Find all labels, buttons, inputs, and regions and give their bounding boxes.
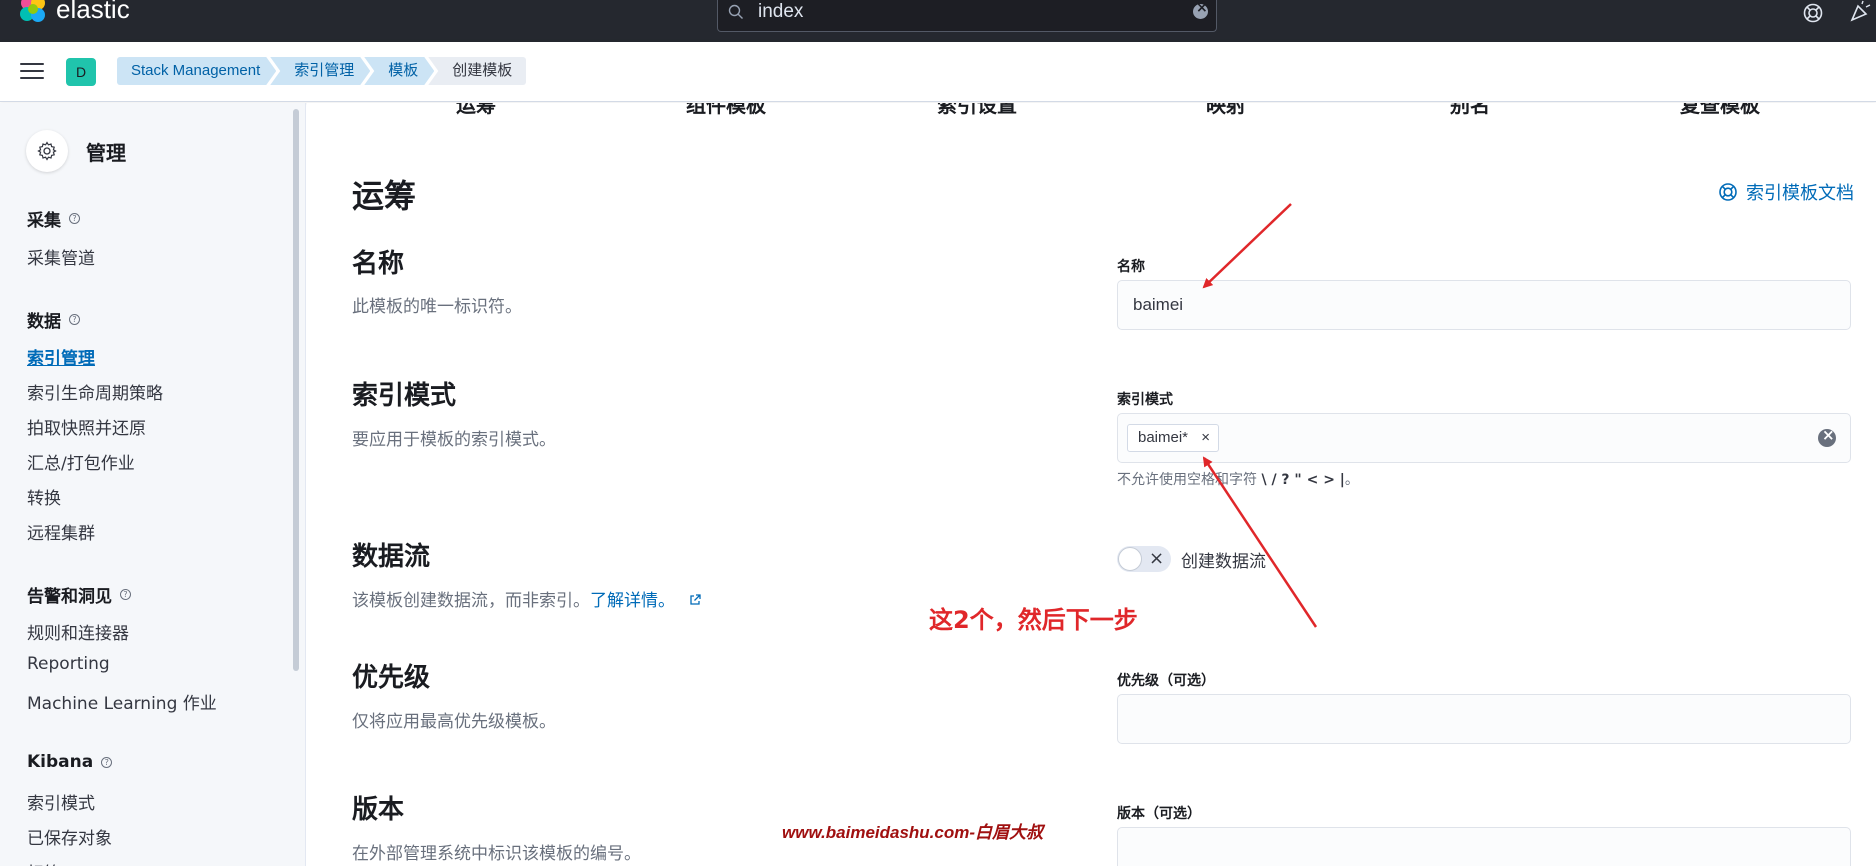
- breadcrumb-templates[interactable]: 模板: [364, 57, 434, 85]
- breadcrumb-create-template: 创建模板: [428, 57, 527, 85]
- name-section-title: 名称: [352, 249, 405, 279]
- breadcrumb-index-management[interactable]: 索引管理: [270, 57, 370, 85]
- group-title-data: 数据?: [27, 307, 80, 332]
- newsfeed-icon[interactable]: [1848, 0, 1872, 24]
- annotation-note: 这2个，然后下一步: [929, 606, 1138, 634]
- top-navigation-bar: elastic index: [0, 0, 1876, 42]
- step-index-settings[interactable]: 索引设置: [937, 103, 1017, 118]
- doc-link-text: 索引模板文档: [1746, 183, 1854, 204]
- external-link-icon: [690, 594, 702, 605]
- priority-section-title: 优先级: [352, 663, 431, 693]
- sidebar-scrollbar[interactable]: [293, 109, 299, 671]
- question-icon: ?: [69, 314, 80, 325]
- sidebar-item-reporting[interactable]: Reporting: [27, 654, 110, 674]
- search-icon: [728, 4, 743, 19]
- sidebar-item-tags[interactable]: 标签: [27, 859, 61, 866]
- toggle-label: 创建数据流: [1181, 551, 1266, 572]
- clear-search-icon[interactable]: [1193, 0, 1208, 19]
- step-navigation: 运筹 组件模板 索引设置 映射 别名 复查模板: [307, 103, 1876, 121]
- pattern-section-title: 索引模式: [352, 381, 457, 411]
- question-icon: ?: [69, 213, 80, 224]
- version-field-label: 版本（可选）: [1117, 806, 1201, 822]
- menu-toggle-button[interactable]: [20, 63, 44, 81]
- watermark: www.baimeidashu.com-白眉大叔: [782, 823, 1044, 842]
- logo-text: elastic: [56, 0, 130, 24]
- priority-field[interactable]: [1117, 694, 1851, 744]
- priority-section-desc: 仅将应用最高优先级模板。: [352, 712, 556, 732]
- index-pattern-pill: baimei* ×: [1127, 424, 1220, 452]
- help-icon: [1719, 183, 1737, 201]
- question-icon: ?: [101, 756, 113, 768]
- datastream-section-title: 数据流: [352, 542, 431, 572]
- priority-field-label: 优先级（可选）: [1117, 673, 1215, 689]
- remove-pill-icon[interactable]: ×: [1201, 425, 1210, 451]
- create-datastream-switch[interactable]: × 创建数据流: [1117, 546, 1266, 572]
- pattern-help-text: 不允许使用空格和字符 \ / ? " < > |。: [1117, 472, 1359, 488]
- sidebar-item-ingest-pipelines[interactable]: 采集管道: [27, 244, 95, 269]
- cross-icon: ×: [1149, 548, 1165, 569]
- sidebar-item-ml-jobs[interactable]: Machine Learning 作业: [27, 689, 217, 714]
- global-search-input[interactable]: index: [717, 0, 1217, 32]
- index-template-docs-link[interactable]: 索引模板文档: [1718, 179, 1854, 205]
- group-title-kibana: Kibana?: [27, 752, 113, 772]
- sidebar-item-rules-connectors[interactable]: 规则和连接器: [27, 619, 129, 644]
- version-field[interactable]: [1117, 827, 1851, 866]
- help-icon[interactable]: [1802, 2, 1824, 24]
- pill-text: baimei*: [1138, 429, 1189, 446]
- elastic-logo-icon: [20, 0, 45, 22]
- step-component-templates[interactable]: 组件模板: [686, 103, 766, 118]
- sidebar-item-saved-objects[interactable]: 已保存对象: [27, 824, 112, 849]
- pattern-field-label: 索引模式: [1117, 392, 1173, 408]
- sidebar-item-transforms[interactable]: 转换: [27, 484, 61, 509]
- question-icon: ?: [120, 589, 131, 600]
- main-content: 运筹 组件模板 索引设置 映射 别名 复查模板 运筹 索引模板文档 名称 此模板…: [307, 103, 1876, 866]
- group-title-alerts-insights: 告警和洞见?: [27, 582, 131, 607]
- version-section-desc: 在外部管理系统中标识该模板的编号。: [352, 844, 641, 864]
- learn-more-link[interactable]: 了解详情。: [590, 591, 675, 611]
- step-logistics[interactable]: 运筹: [456, 103, 496, 118]
- sidebar-title: 管理: [86, 140, 126, 165]
- page-title: 运筹: [352, 177, 417, 215]
- step-aliases[interactable]: 别名: [1450, 103, 1490, 118]
- elastic-logo[interactable]: elastic: [18, 0, 130, 26]
- sidebar-item-rollup-jobs[interactable]: 汇总/打包作业: [27, 449, 135, 474]
- index-pattern-combobox[interactable]: baimei* ×: [1117, 413, 1851, 463]
- space-avatar[interactable]: D: [66, 58, 96, 86]
- step-review-template[interactable]: 复查模板: [1680, 103, 1760, 118]
- breadcrumb: Stack Management 索引管理 模板 创建模板: [117, 57, 527, 85]
- breadcrumb-stack-management[interactable]: Stack Management: [117, 57, 276, 85]
- version-section-title: 版本: [352, 795, 405, 825]
- sidebar-item-index-patterns[interactable]: 索引模式: [27, 789, 95, 814]
- pattern-section-desc: 要应用于模板的索引模式。: [352, 430, 556, 450]
- management-sidebar: 管理 采集? 采集管道 数据? 索引管理 索引生命周期策略 拍取快照并还原 汇总…: [0, 103, 306, 866]
- header-bar: D Stack Management 索引管理 模板 创建模板: [0, 42, 1876, 102]
- sidebar-item-index-management[interactable]: 索引管理: [27, 344, 95, 369]
- name-field[interactable]: baimei: [1117, 280, 1851, 330]
- sidebar-header: 管理: [26, 130, 126, 172]
- toggle-switch[interactable]: ×: [1117, 546, 1171, 572]
- management-gear-icon: [26, 130, 68, 172]
- search-value: index: [758, 1, 804, 22]
- step-mappings[interactable]: 映射: [1206, 103, 1246, 118]
- name-field-label: 名称: [1117, 259, 1145, 275]
- datastream-section-desc: 该模板创建数据流，而非索引。了解详情。: [352, 586, 702, 611]
- sidebar-item-remote-clusters[interactable]: 远程集群: [27, 519, 95, 544]
- group-title-ingest: 采集?: [27, 206, 80, 231]
- name-section-desc: 此模板的唯一标识符。: [352, 297, 522, 317]
- sidebar-item-ilm-policies[interactable]: 索引生命周期策略: [27, 379, 163, 404]
- clear-combobox-icon[interactable]: [1818, 426, 1836, 447]
- sidebar-item-snapshot-restore[interactable]: 拍取快照并还原: [27, 414, 146, 439]
